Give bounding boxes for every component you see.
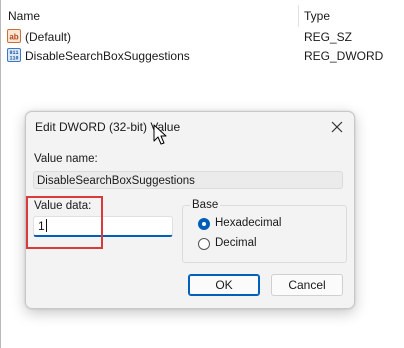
list-header: Name Type [0,5,404,27]
value-type: REG_SZ [304,30,353,44]
edit-dword-dialog: Edit DWORD (32-bit) Value Value name: Di… [25,111,355,309]
hexadecimal-label[interactable]: Hexadecimal [215,217,281,229]
mouse-pointer-icon [153,124,167,145]
base-groupbox [182,205,347,263]
decimal-label[interactable]: Decimal [215,237,257,249]
value-type: REG_DWORD [304,49,384,63]
svg-text:ab: ab [9,33,18,42]
hexadecimal-radio[interactable] [198,218,210,230]
ok-button[interactable]: OK [188,274,260,296]
value-name-label: Value name: [34,153,98,165]
cancel-button[interactable]: Cancel [271,274,343,296]
binary-value-icon: 011 110 [7,48,21,62]
column-header-name[interactable]: Name [8,9,40,23]
annotation-highlight-box [26,196,103,249]
svg-text:110: 110 [9,56,18,62]
value-name: (Default) [25,30,72,44]
decimal-radio[interactable] [198,238,210,250]
base-group-label: Base [190,199,221,211]
list-item[interactable]: 011 110 DisableSearchBoxSuggestions REG_… [0,47,404,65]
value-name: DisableSearchBoxSuggestions [25,49,190,63]
column-header-type[interactable]: Type [304,9,330,23]
value-name-field: DisableSearchBoxSuggestions [33,171,343,189]
list-item[interactable]: ab (Default) REG_SZ [0,28,404,46]
ab-string-icon: ab [7,29,21,43]
close-icon[interactable] [328,118,346,136]
column-divider[interactable] [298,5,299,27]
